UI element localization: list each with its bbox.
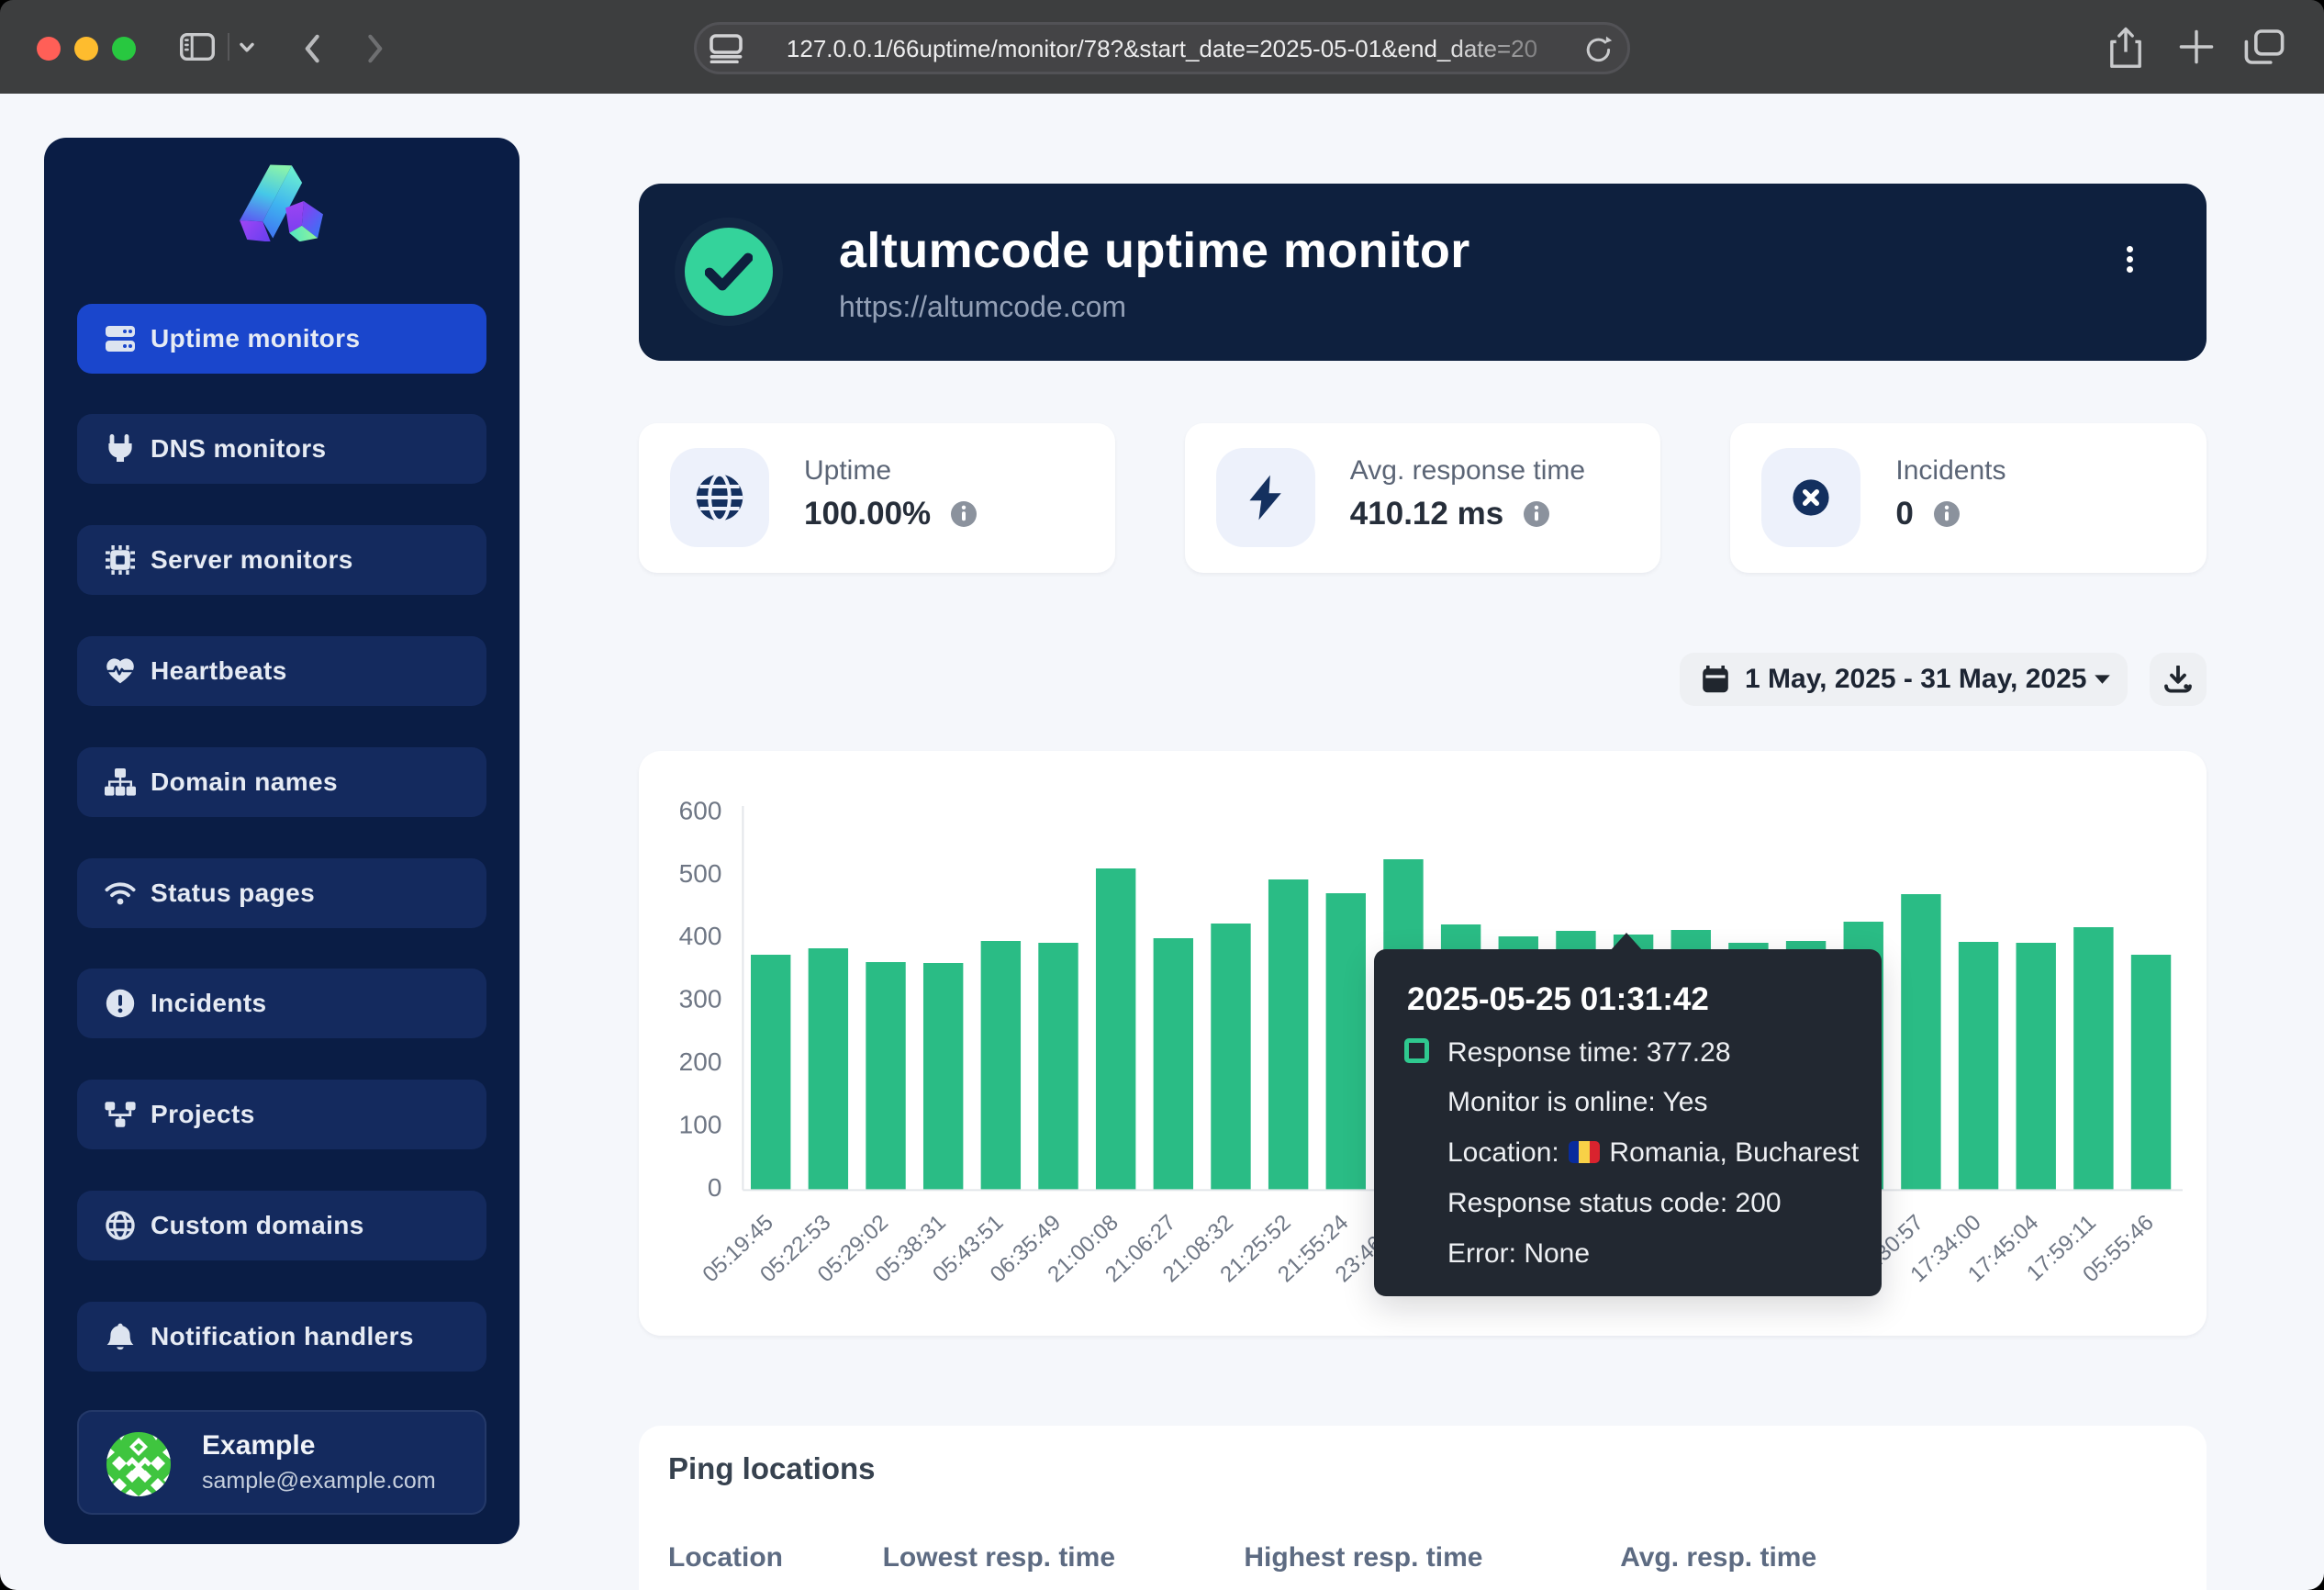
svg-text:300: 300 [679, 985, 722, 1013]
svg-text:400: 400 [679, 922, 722, 950]
svg-text:500: 500 [679, 859, 722, 888]
svg-text:100: 100 [679, 1110, 722, 1138]
svg-text:600: 600 [679, 796, 722, 824]
svg-text:0: 0 [708, 1173, 722, 1202]
svg-text:200: 200 [679, 1047, 722, 1076]
